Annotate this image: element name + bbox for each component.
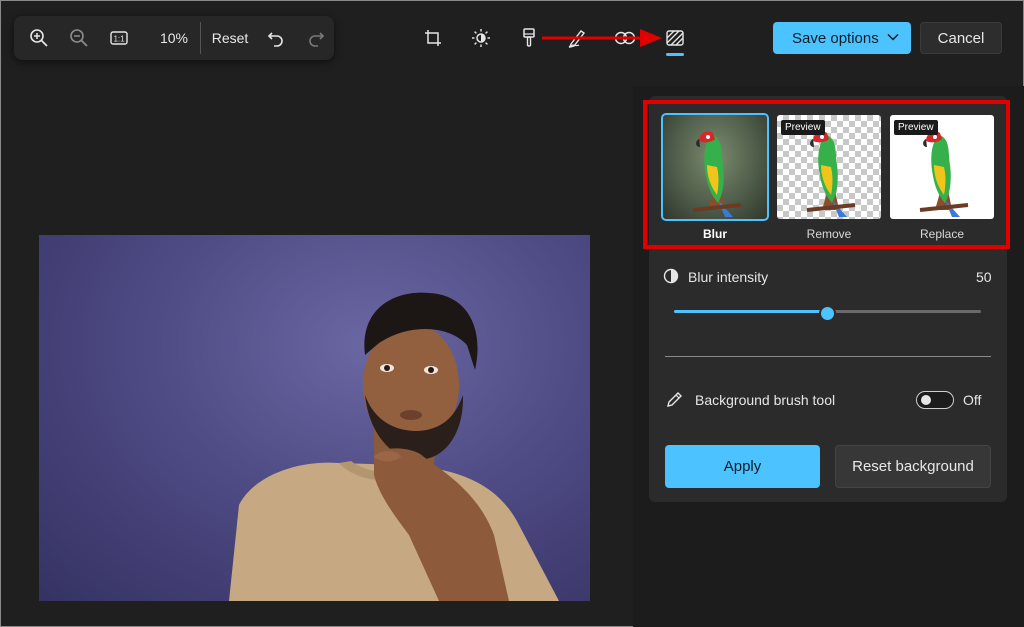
contrast-icon <box>663 268 679 284</box>
apply-button[interactable]: Apply <box>665 445 820 488</box>
background-brush-toggle[interactable] <box>916 391 954 409</box>
divider <box>665 356 991 357</box>
save-options-button[interactable]: Save options <box>773 22 911 54</box>
undo-icon[interactable] <box>264 16 288 60</box>
chevron-down-icon <box>887 33 899 41</box>
pencil-icon <box>667 392 682 407</box>
zoom-out-icon[interactable] <box>66 16 92 60</box>
redo-icon[interactable] <box>304 16 328 60</box>
zoom-level[interactable]: 10% <box>154 16 194 60</box>
annotation-highlight-box <box>643 100 1010 249</box>
background-brush-tool-label: Background brush tool <box>695 392 836 408</box>
zoom-in-icon[interactable] <box>26 16 52 60</box>
toggle-knob <box>921 395 931 405</box>
person-photo <box>229 292 559 601</box>
blur-intensity-value: 50 <box>976 269 992 285</box>
reset-zoom-button[interactable]: Reset <box>210 16 250 60</box>
divider <box>200 22 201 54</box>
save-options-label: Save options <box>792 29 879 47</box>
crop-icon[interactable] <box>421 26 445 50</box>
reset-background-button[interactable]: Reset background <box>835 445 991 488</box>
background-icon[interactable] <box>663 26 687 50</box>
annotation-arrow <box>542 29 662 47</box>
actual-size-icon[interactable]: 1:1 <box>106 16 132 60</box>
brightness-icon[interactable] <box>469 26 493 50</box>
zoom-toolbar: 1:1 10% Reset <box>14 16 334 60</box>
svg-text:1:1: 1:1 <box>113 35 125 44</box>
photo-canvas[interactable] <box>39 235 590 601</box>
active-tool-indicator <box>666 53 684 56</box>
brush-toggle-state: Off <box>963 392 982 408</box>
blur-intensity-label: Blur intensity <box>688 269 769 285</box>
blur-intensity-slider-fill <box>674 310 828 313</box>
blur-intensity-slider-thumb[interactable] <box>819 305 836 322</box>
brush-icon[interactable] <box>517 26 541 50</box>
cancel-button[interactable]: Cancel <box>920 22 1002 54</box>
